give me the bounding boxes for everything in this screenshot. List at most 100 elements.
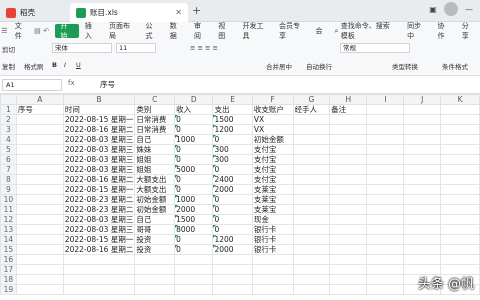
font-size-select[interactable]: 11 [116, 43, 156, 53]
cell[interactable] [440, 234, 480, 245]
column-header[interactable]: H [329, 94, 368, 105]
cell[interactable] [292, 234, 331, 245]
share-button[interactable]: 分享 [456, 22, 480, 40]
minimize-icon[interactable]: — [462, 2, 476, 16]
cell[interactable] [15, 164, 64, 175]
cell[interactable]: 300 [212, 154, 253, 165]
cell[interactable]: 初始金额 [134, 204, 176, 215]
cell[interactable]: 日常消费 [134, 124, 176, 135]
cell[interactable] [403, 124, 442, 135]
cell[interactable] [403, 204, 442, 215]
cell[interactable]: 0 [212, 194, 253, 205]
cell[interactable] [15, 244, 64, 255]
cell[interactable] [440, 244, 480, 255]
column-header[interactable]: A [15, 94, 64, 105]
row-header[interactable]: 11 [0, 204, 17, 215]
cell[interactable] [251, 264, 294, 275]
cell[interactable] [292, 284, 331, 295]
column-header[interactable]: E [212, 94, 253, 105]
cell[interactable]: 2022-08-23 星期二 [62, 194, 136, 205]
column-header[interactable]: F [251, 94, 294, 105]
cell[interactable] [15, 224, 64, 235]
cell[interactable]: 0 [212, 134, 253, 145]
column-header[interactable]: K [440, 94, 480, 105]
cell[interactable] [15, 124, 64, 135]
column-header[interactable]: J [403, 94, 442, 105]
cell[interactable] [403, 144, 442, 155]
cell[interactable]: 支付宝 [251, 164, 294, 175]
font-select[interactable]: 宋体 [52, 43, 112, 53]
row-header[interactable]: 16 [0, 254, 17, 265]
row-header[interactable]: 4 [0, 134, 17, 145]
menu-more[interactable]: 会 [310, 24, 329, 38]
cell[interactable] [174, 264, 214, 275]
cell[interactable]: 0 [174, 114, 214, 125]
bold-icon[interactable]: B [52, 61, 57, 69]
cell[interactable]: 初始金额 [251, 134, 294, 145]
row-header[interactable]: 19 [0, 284, 17, 295]
cell[interactable]: 300 [212, 144, 253, 155]
cell[interactable] [292, 124, 331, 135]
cell[interactable] [15, 194, 64, 205]
format-painter-button[interactable]: 格式刷 [24, 61, 44, 71]
cell[interactable] [366, 174, 405, 185]
cell[interactable] [366, 254, 405, 265]
cell[interactable] [366, 124, 405, 135]
row-header[interactable]: 5 [0, 144, 17, 155]
menu-review[interactable]: 审阅 [188, 22, 212, 40]
row-header[interactable]: 2 [0, 114, 17, 125]
cell[interactable] [403, 174, 442, 185]
sync-status[interactable]: 同步中 [401, 22, 431, 40]
cell[interactable] [134, 254, 176, 265]
cell[interactable] [212, 264, 253, 275]
cell[interactable] [15, 134, 64, 145]
cell[interactable]: 支莱宝 [251, 204, 294, 215]
cell[interactable] [403, 154, 442, 165]
cell[interactable] [329, 224, 368, 235]
cell[interactable]: 5000 [174, 164, 214, 175]
cell[interactable] [366, 114, 405, 125]
row-header[interactable]: 1 [0, 104, 17, 115]
row-header[interactable]: 18 [0, 274, 17, 285]
type-convert-button[interactable]: 类型转换 [392, 61, 418, 71]
cell[interactable]: 序号 [15, 104, 64, 115]
menu-file[interactable]: 文件 [9, 22, 33, 40]
cell[interactable] [329, 174, 368, 185]
cell[interactable] [134, 284, 176, 295]
cell[interactable]: 投资 [134, 244, 176, 255]
cell[interactable] [440, 164, 480, 175]
column-header[interactable]: C [134, 94, 176, 105]
cell[interactable]: 大额支出 [134, 184, 176, 195]
cell[interactable] [62, 264, 136, 275]
cell[interactable]: 1500 [212, 114, 253, 125]
column-header[interactable]: G [292, 94, 331, 105]
cell[interactable] [134, 274, 176, 285]
cell[interactable] [366, 104, 405, 115]
column-header[interactable]: I [366, 94, 405, 105]
cell[interactable] [403, 244, 442, 255]
cell[interactable] [15, 184, 64, 195]
cell[interactable] [366, 154, 405, 165]
cell[interactable] [366, 234, 405, 245]
cell[interactable] [292, 244, 331, 255]
cell[interactable]: 0 [174, 144, 214, 155]
menu-formula[interactable]: 公式 [140, 22, 164, 40]
row-header[interactable]: 9 [0, 184, 17, 195]
cell[interactable] [15, 234, 64, 245]
menu-icon[interactable]: ☰ [0, 26, 9, 36]
cell[interactable] [292, 254, 331, 265]
cell[interactable]: 1000 [174, 134, 214, 145]
cell[interactable]: 支出 [212, 104, 253, 115]
cell[interactable]: 支莱宝 [251, 194, 294, 205]
cell[interactable]: 0 [174, 234, 214, 245]
cell[interactable] [440, 254, 480, 265]
cell[interactable] [292, 194, 331, 205]
cell[interactable]: 自己 [134, 214, 176, 225]
row-header[interactable]: 7 [0, 164, 17, 175]
cell[interactable] [174, 254, 214, 265]
cell[interactable] [62, 254, 136, 265]
cell[interactable]: 1000 [174, 194, 214, 205]
cell[interactable] [212, 284, 253, 295]
cell[interactable] [212, 274, 253, 285]
cell[interactable] [366, 164, 405, 175]
